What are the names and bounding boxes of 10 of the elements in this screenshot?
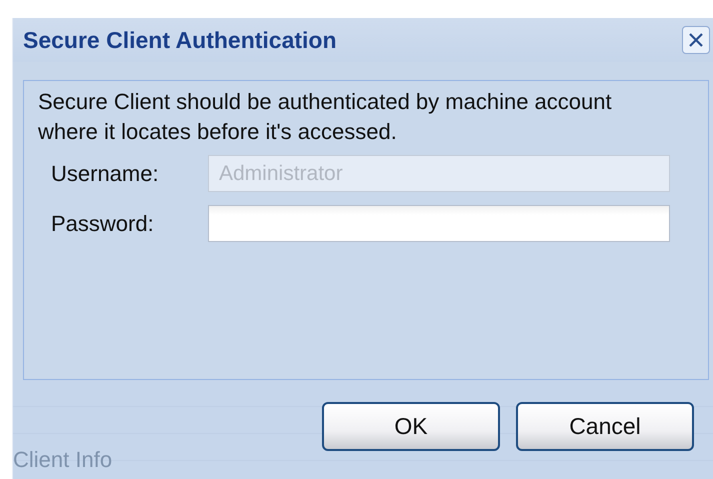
- field-label: Password:: [50, 210, 155, 236]
- close-button[interactable]: [682, 26, 710, 54]
- dialog-title: Secure Client Authentication: [23, 26, 337, 54]
- ok-button[interactable]: OK: [322, 402, 500, 451]
- message-text: Secure Client should be authenticated by machine account where it locates before it's accessed.: [38, 88, 613, 146]
- password-field[interactable]: [208, 205, 670, 242]
- background-label: Client Info: [13, 447, 112, 473]
- cancel-button[interactable]: Cancel: [516, 402, 694, 451]
- field-label: Username:: [50, 160, 160, 186]
- close-icon: [687, 31, 705, 49]
